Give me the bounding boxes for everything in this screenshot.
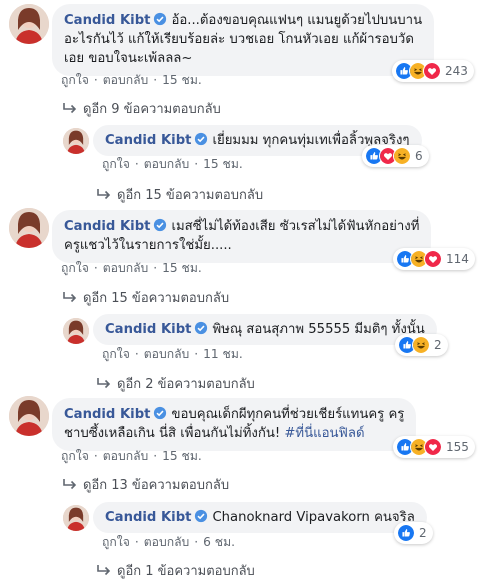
haha-reaction-icon [412, 336, 430, 354]
verified-icon [195, 321, 208, 335]
comment-text: เอย ขอบใจนะเพ้ลลล~ [64, 51, 193, 66]
reply-arrow-icon [63, 479, 77, 490]
love-reaction-icon [423, 62, 441, 80]
like-button[interactable]: ถูกใจ [102, 345, 130, 364]
mention-link[interactable]: พิษณุ สอนสุภาพ [212, 322, 304, 337]
verified-icon [154, 406, 167, 420]
reply-text: พิษณุ สอนสุภาพ 55555 มีมติๆ ทั้งนั้น [212, 322, 425, 337]
mention-link[interactable]: Chanoknard Vipavakorn [212, 510, 369, 525]
view-replies-link[interactable]: ดูอีก 2 ข้อความตอบกลับ [96, 373, 255, 394]
author-name[interactable]: Candid Kibt [105, 322, 191, 337]
comment-text: ขอบคุณเด็กผีทุกคนที่ช่วยเชียร์แทนครู ครู [171, 407, 405, 422]
reply-button[interactable]: ตอบกลับ [103, 447, 149, 466]
view-replies-link[interactable]: ดูอีก 15 ข้อความตอบกลับ [96, 184, 263, 205]
comment-actions: ถูกใจ · ตอบกลับ · 15 ชม. [61, 71, 202, 90]
author-name[interactable]: Candid Kibt [64, 13, 150, 28]
reply-button[interactable]: ตอบกลับ [103, 71, 149, 90]
avatar[interactable] [9, 4, 49, 44]
comment-actions: ถูกใจ · ตอบกลับ · 15 ชม. [61, 259, 202, 278]
reply-arrow-icon [63, 292, 77, 303]
haha-reaction-icon [393, 147, 411, 165]
reply-bubble: Candid Kibt พิษณุ สอนสุภาพ 55555 มีมติๆ ท… [93, 314, 437, 345]
comment-text: ชาบซึ้งเหลือเกิน นี่สิ เพื่อนกันไม่ทิ้งก… [64, 426, 285, 441]
reaction-summary[interactable]: 114 [393, 248, 475, 270]
author-name[interactable]: Candid Kibt [105, 510, 191, 525]
comment-bubble: Candid Kibt เมสซี่ไม่ได้ท้องเสีย ซัวเรสไม… [52, 210, 432, 263]
love-reaction-icon [424, 438, 442, 456]
comment-bubble: Candid Kibt ขอบคุณเด็กผีทุกคนที่ช่วยเชียร… [52, 398, 417, 451]
verified-icon [154, 218, 167, 232]
avatar[interactable] [63, 505, 89, 531]
reaction-summary[interactable]: 6 [362, 145, 429, 167]
reaction-summary[interactable]: 155 [393, 436, 475, 458]
reaction-count: 155 [446, 440, 469, 454]
verified-icon [195, 509, 208, 523]
view-replies-link[interactable]: ดูอีก 13 ข้อความตอบกลับ [62, 474, 229, 495]
reply-button[interactable]: ตอบกลับ [144, 533, 190, 552]
timestamp[interactable]: 15 ชม. [162, 447, 202, 466]
comment-bubble: Candid Kibt อ้อ...ต้องขอบคุณแฟนๆ แมนยูด้ว… [52, 4, 435, 76]
reply-actions: ถูกใจ · ตอบกลับ · 15 ชม. [102, 155, 243, 174]
reply-actions: ถูกใจ · ตอบกลับ · 6 ชม. [102, 533, 235, 552]
reaction-summary[interactable]: 2 [395, 334, 448, 356]
reply-button[interactable]: ตอบกลับ [144, 345, 190, 364]
view-replies-link[interactable]: ดูอีก 1 ข้อความตอบกลับ [96, 560, 255, 580]
like-button[interactable]: ถูกใจ [61, 447, 89, 466]
verified-icon [154, 12, 167, 26]
like-button[interactable]: ถูกใจ [102, 533, 130, 552]
comment-text: ครูแชวไว้ในรายการใช่มั้ย..... [64, 238, 232, 253]
author-name[interactable]: Candid Kibt [64, 407, 150, 422]
love-reaction-icon [424, 250, 442, 268]
timestamp[interactable]: 15 ชม. [162, 259, 202, 278]
reply-arrow-icon [97, 565, 111, 576]
avatar[interactable] [9, 208, 49, 248]
verified-icon [195, 132, 208, 146]
like-reaction-icon [397, 524, 415, 542]
reaction-count: 243 [445, 64, 468, 78]
reply-text: Chanoknard Vipavakorn คนจริล [212, 510, 415, 525]
timestamp[interactable]: 11 ชม. [203, 345, 243, 364]
like-button[interactable]: ถูกใจ [61, 71, 89, 90]
author-name[interactable]: Candid Kibt [105, 133, 191, 148]
reaction-summary[interactable]: 2 [394, 522, 433, 544]
like-button[interactable]: ถูกใจ [61, 259, 89, 278]
avatar[interactable] [63, 318, 89, 344]
author-name[interactable]: Candid Kibt [64, 219, 150, 234]
reaction-count: 2 [434, 338, 442, 352]
view-replies-link[interactable]: ดูอีก 9 ข้อความตอบกลับ [62, 98, 221, 119]
avatar[interactable] [63, 128, 89, 154]
reply-arrow-icon [63, 103, 77, 114]
comment-actions: ถูกใจ · ตอบกลับ · 15 ชม. [61, 447, 202, 466]
reaction-count: 114 [446, 252, 469, 266]
like-button[interactable]: ถูกใจ [102, 155, 130, 174]
timestamp[interactable]: 15 ชม. [162, 71, 202, 90]
hashtag-link[interactable]: #ที่นี่แอนฟิลด์ [284, 426, 364, 441]
reply-button[interactable]: ตอบกลับ [103, 259, 149, 278]
reply-arrow-icon [97, 378, 111, 389]
reply-button[interactable]: ตอบกลับ [144, 155, 190, 174]
comment-text: เมสซี่ไม่ได้ท้องเสีย ซัวเรสไม่ได้ฟันหักอ… [171, 219, 420, 234]
comment-text: อะไรกันไว้ แก้ให้เรียบร้อยล่ะ บวชเอย โกน… [64, 32, 414, 47]
reply-arrow-icon [97, 189, 111, 200]
timestamp[interactable]: 15 ชม. [203, 155, 243, 174]
reaction-count: 2 [419, 526, 427, 540]
avatar[interactable] [9, 396, 49, 436]
view-replies-link[interactable]: ดูอีก 15 ข้อความตอบกลับ [62, 287, 229, 308]
reaction-summary[interactable]: 243 [392, 60, 474, 82]
reply-bubble: Candid Kibt Chanoknard Vipavakorn คนจริล [93, 502, 427, 533]
comment-text: อ้อ...ต้องขอบคุณแฟนๆ แมนยูด้วยไปบนบาน [171, 13, 423, 28]
reply-actions: ถูกใจ · ตอบกลับ · 11 ชม. [102, 345, 243, 364]
timestamp[interactable]: 6 ชม. [203, 533, 235, 552]
reaction-count: 6 [415, 149, 423, 163]
